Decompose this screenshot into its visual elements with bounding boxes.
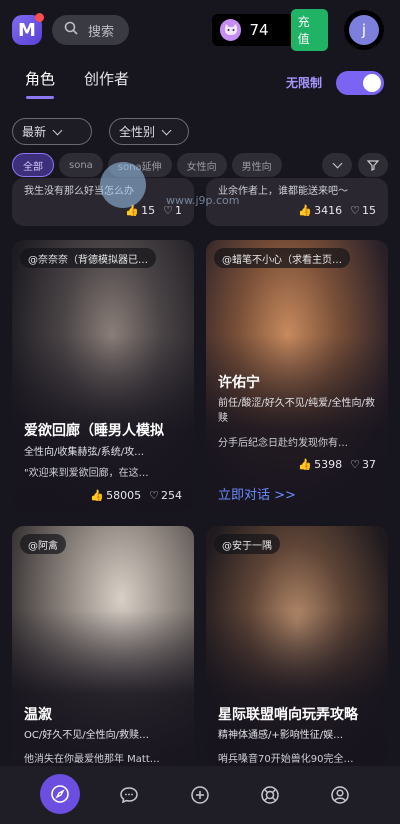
heart-icon: ♡ xyxy=(149,489,159,502)
gender-value: 全性别 xyxy=(119,125,156,139)
coin-balance: 74 充值 xyxy=(212,9,328,51)
top-bar: M 搜索 74 充值 j xyxy=(0,0,400,60)
unlimited-toggle[interactable] xyxy=(336,71,384,95)
thumb-icon: 👍 xyxy=(298,458,313,471)
compass-icon xyxy=(51,785,69,803)
tab-creators[interactable]: 创作者 xyxy=(84,68,129,89)
heart-count: 15 xyxy=(362,204,376,217)
character-card[interactable]: @蜡笔不小心（求看主页… 许佑宁 前任/酸涩/好久不见/纯爱/全性向/救赎 分手… xyxy=(206,240,388,512)
gender-dropdown[interactable]: 全性别 xyxy=(109,118,189,145)
card-tags: OC/好久不见/全性向/救赎… xyxy=(24,730,149,741)
heart-count: 37 xyxy=(362,458,376,471)
nav-messages-button[interactable] xyxy=(118,784,140,806)
tag-female[interactable]: 女性向 xyxy=(176,153,227,177)
like-count: 5398 xyxy=(314,458,343,471)
nav-discover-button[interactable] xyxy=(40,774,80,814)
card-title: 爱欲回廊（睡男人模拟 xyxy=(24,423,164,439)
creator-tag[interactable]: @阿禽 xyxy=(20,534,66,554)
tag-sona-ext[interactable]: sona延伸 xyxy=(107,153,172,177)
card-desc: 哨兵嗓音70开始兽化90完全… xyxy=(218,754,354,765)
chevron-down-icon xyxy=(161,125,172,135)
chat-now-link[interactable]: 立即对话 >> xyxy=(218,484,296,503)
card-title: 许佑宁 xyxy=(218,375,260,391)
search-placeholder: 搜索 xyxy=(88,24,115,40)
card-desc: 业余作者上，谁都能送来吧～ xyxy=(218,186,348,197)
like-count: 58005 xyxy=(106,489,142,502)
like-count: 15 xyxy=(141,204,156,217)
heart-icon: ♡ xyxy=(350,204,360,217)
card-stats: 👍 3416 ♡ 15 xyxy=(298,204,376,217)
heart-count: 1 xyxy=(175,204,182,217)
expand-tags-button[interactable] xyxy=(322,153,352,177)
thumb-icon: 👍 xyxy=(298,204,313,217)
tab-roles[interactable]: 角色 xyxy=(25,68,55,89)
card-stats: 👍 15 ♡ 1 xyxy=(125,204,182,217)
like-count: 3416 xyxy=(314,204,343,217)
plus-circle-icon xyxy=(191,786,209,804)
user-avatar[interactable]: j xyxy=(344,10,384,50)
sort-value: 最新 xyxy=(22,125,47,139)
tag-sona[interactable]: sona xyxy=(59,153,103,177)
thumb-icon: 👍 xyxy=(90,489,105,502)
heart-icon: ♡ xyxy=(163,204,173,217)
card-tags: 精神体通感/+影响性征/娱… xyxy=(218,730,344,741)
card-tags: 全性向/收集赫弦/系统/攻… xyxy=(24,447,145,458)
card-title: 星际联盟哨向玩弄攻略 xyxy=(218,707,358,723)
tag-filter-row: 全部 sona sona延伸 女性向 男性向 xyxy=(12,153,282,177)
cat-coin-icon xyxy=(220,19,242,41)
search-icon xyxy=(64,21,78,39)
creator-tag[interactable]: @安于一隅 xyxy=(214,534,280,554)
creator-tag[interactable]: @奈奈奈（背德模拟器已… xyxy=(20,248,156,268)
active-tab-indicator xyxy=(26,96,54,99)
card-desc: 他消失在你最爱他那年 Matt… xyxy=(24,754,160,765)
lifebuoy-icon xyxy=(261,786,279,804)
character-card[interactable]: @安于一隅 星际联盟哨向玩弄攻略 精神体通感/+影响性征/娱… 哨兵嗓音70开始… xyxy=(206,526,388,766)
sort-dropdown[interactable]: 最新 xyxy=(12,118,92,145)
app-logo[interactable]: M xyxy=(12,13,44,45)
recharge-button[interactable]: 充值 xyxy=(290,9,328,51)
nav-support-button[interactable] xyxy=(259,784,281,806)
filter-button[interactable] xyxy=(358,153,388,177)
card-desc: 分手后纪念日赴约发现你有… xyxy=(218,438,348,449)
tag-all[interactable]: 全部 xyxy=(12,153,54,177)
heart-icon: ♡ xyxy=(350,458,360,471)
card-tags: 前任/酸涩/好久不见/纯爱/全性向/救赎 xyxy=(218,398,375,424)
chevron-down-icon xyxy=(332,158,342,169)
notification-dot xyxy=(35,13,44,22)
character-card[interactable]: 业余作者上，谁都能送来吧～ 👍 3416 ♡ 15 xyxy=(206,178,388,226)
nav-create-button[interactable] xyxy=(189,784,211,806)
character-card[interactable]: 我生没有那么好当怎么办 👍 15 ♡ 1 xyxy=(12,178,194,226)
toggle-knob xyxy=(363,74,381,92)
avatar-letter: j xyxy=(349,15,379,45)
card-desc: "欢迎来到爱欲回廊，在这… xyxy=(24,468,149,479)
card-stats: 👍 58005 ♡ 254 xyxy=(90,489,182,502)
thumb-icon: 👍 xyxy=(125,204,140,217)
user-icon xyxy=(331,786,349,804)
chat-bubble-icon xyxy=(120,787,138,804)
filter-icon xyxy=(367,160,379,171)
card-desc: 我生没有那么好当怎么办 xyxy=(24,186,134,197)
chevron-down-icon xyxy=(52,125,63,135)
search-box[interactable]: 搜索 xyxy=(52,15,129,45)
unlimited-label: 无限制 xyxy=(286,76,323,90)
creator-tag[interactable]: @蜡笔不小心（求看主页… xyxy=(214,248,350,268)
card-stats: 👍 5398 ♡ 37 xyxy=(298,458,376,471)
character-card[interactable]: @阿禽 温溆 OC/好久不见/全性向/救赎… 他消失在你最爱他那年 Matt… xyxy=(12,526,194,766)
coin-count: 74 xyxy=(249,21,269,39)
nav-profile-button[interactable] xyxy=(329,784,351,806)
tag-male[interactable]: 男性向 xyxy=(231,153,282,177)
heart-count: 254 xyxy=(161,489,182,502)
card-title: 温溆 xyxy=(24,707,52,723)
character-card[interactable]: @奈奈奈（背德模拟器已… 爱欲回廊（睡男人模拟 全性向/收集赫弦/系统/攻… "… xyxy=(12,240,194,512)
